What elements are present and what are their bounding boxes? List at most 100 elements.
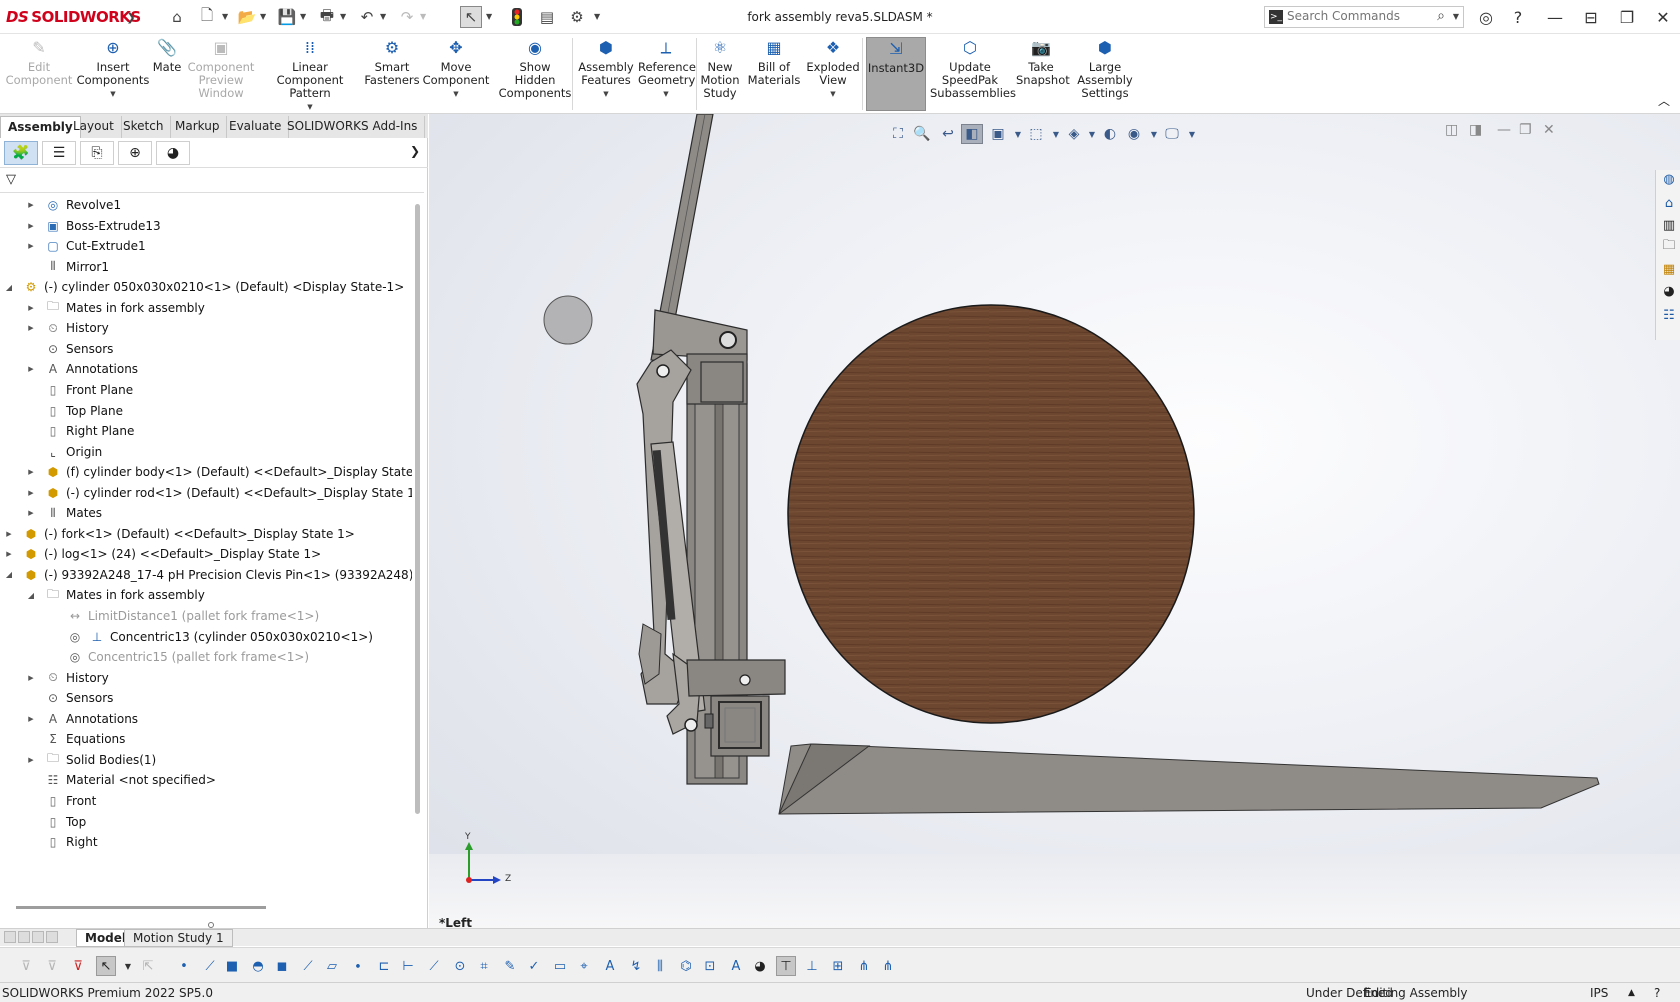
collapse-arrow-icon[interactable]: ◢ — [4, 570, 14, 579]
tab-motion-study-1[interactable]: Motion Study 1 — [124, 929, 233, 947]
filter-mid-lines-icon[interactable]: ⊤ — [776, 956, 796, 976]
tree-item[interactable]: ▶ ⏲ History — [0, 317, 410, 339]
search-icon[interactable]: ⌕ — [1437, 8, 1445, 24]
displaymanager-tab-icon[interactable]: ◕ — [156, 141, 190, 165]
log-part[interactable] — [787, 304, 1195, 724]
tree-item[interactable]: ◢ ⬢ (-) 93392A248_17-4 pH Precision Clevis… — [0, 564, 412, 586]
expand-arrow-icon[interactable]: ▶ — [26, 489, 36, 497]
small-disc-part[interactable] — [543, 295, 593, 345]
linear-component-pattern-button[interactable]: ⁞⁞ Linear Component Pattern ▼ — [258, 37, 362, 111]
options-gear-icon[interactable]: ⚙ — [566, 6, 588, 28]
filter-blocks-icon[interactable]: ⌬ — [676, 956, 696, 976]
restore-icon[interactable]: ❐ — [1613, 4, 1641, 30]
search-commands-input[interactable] — [1287, 9, 1427, 23]
filter-edges-icon[interactable]: ⟋ — [200, 956, 220, 976]
expand-arrow-icon[interactable]: ▶ — [26, 222, 36, 230]
collapse-arrow-icon[interactable]: ◢ — [26, 591, 36, 600]
tab-markup[interactable]: Markup — [168, 116, 228, 138]
viewport-minimize-icon[interactable]: — — [1497, 122, 1511, 138]
filter-vertices-icon[interactable]: • — [174, 956, 194, 976]
tree-item[interactable]: ▯ Right — [0, 831, 410, 853]
tree-item[interactable]: ▶ A Annotations — [0, 358, 410, 380]
propertymanager-tab-icon[interactable]: ☰ — [42, 141, 76, 165]
update-speedpak-button[interactable]: ⬡ Update SpeedPak Subassemblies — [930, 37, 1016, 111]
selection-arrow-icon[interactable]: ↖ — [96, 956, 116, 976]
tab-first-icon[interactable] — [4, 931, 16, 943]
filter-notes-icon[interactable]: ▭ — [550, 956, 570, 976]
select-all-filters-icon[interactable]: ⊽ — [68, 956, 88, 976]
expand-arrow-icon[interactable]: ▶ — [26, 468, 36, 476]
tree-item[interactable]: ▶ ⏲ History — [0, 667, 410, 689]
tree-item[interactable]: ⫴ Mirror1 — [0, 256, 410, 278]
search-commands-box[interactable]: >_ ⌕ ▼ — [1264, 6, 1464, 28]
new-document-icon[interactable]: 🗋 — [196, 6, 218, 28]
graphics-area[interactable]: ⛶ 🔍 ↩ ◧ ▣ ▼ ⬚ ▼ ◈ ▼ ◐ ◉ ▼ 🖵 ▼ ◫ ◨ — ❐ ✕ … — [429, 114, 1680, 928]
tree-item[interactable]: ▶ ◎ Revolve1 — [0, 194, 410, 216]
edit-component-button[interactable]: ✎ Edit Component — [2, 37, 76, 111]
viewport-tile-right-icon[interactable]: ◨ — [1469, 122, 1482, 138]
selection-dropdown-icon[interactable]: ▼ — [118, 956, 138, 976]
status-units[interactable]: IPS — [1590, 986, 1608, 1000]
assembly-model[interactable] — [429, 114, 1680, 928]
save-icon[interactable]: 💾 — [276, 6, 298, 28]
units-dropdown-icon[interactable]: ▲ — [1628, 988, 1635, 998]
filter-cosmetic-threads-icon[interactable]: ⫼ — [650, 956, 670, 976]
solidworks-resources-icon[interactable]: ◍ — [1660, 170, 1678, 188]
tree-item[interactable]: ▯ Top Plane — [0, 400, 410, 422]
expand-arrow-icon[interactable]: ▶ — [26, 509, 36, 517]
tree-item[interactable]: ▶ A Annotations — [0, 708, 410, 730]
tree-item[interactable]: ▶ 🗀 Solid Bodies(1) — [0, 749, 410, 771]
tree-item[interactable]: ▶ ▢ Cut-Extrude1 — [0, 235, 410, 257]
filter-welds-icon[interactable]: ⋔ — [854, 956, 874, 976]
edit-appearance-icon[interactable]: ◉ — [1123, 124, 1145, 144]
tab-solidworks-add-ins[interactable]: SOLIDWORKS Add-Ins — [280, 116, 426, 138]
select-dropdown-icon[interactable]: ▼ — [486, 12, 492, 21]
tree-item[interactable]: ⊙ Sensors — [0, 338, 410, 360]
expand-arrow-icon[interactable]: ▶ — [4, 530, 14, 538]
filter-funnel-icon[interactable]: ▽ — [6, 172, 16, 187]
component-preview-window-button[interactable]: ▣ Component Preview Window — [186, 37, 256, 111]
redo-dropdown-icon[interactable]: ▼ — [420, 12, 426, 21]
tab-layout[interactable]: Layout — [66, 116, 122, 138]
filter-centermarks-icon[interactable]: ⊥ — [802, 956, 822, 976]
undo-dropdown-icon[interactable]: ▼ — [380, 12, 386, 21]
view-palette-folder-icon[interactable]: 🗀 — [1660, 238, 1678, 256]
rebuild-traffic-light-icon[interactable] — [506, 6, 528, 28]
expand-arrow-icon[interactable]: ▶ — [26, 674, 36, 682]
expand-arrow-icon[interactable]: ▶ — [26, 715, 36, 723]
tab-next-icon[interactable] — [32, 931, 44, 943]
dropdown-caret-icon[interactable]: ▼ — [258, 101, 362, 114]
instant3d-button[interactable]: ⇲ Instant3D — [866, 37, 926, 111]
hide-show-items-icon[interactable]: ◐ — [1099, 124, 1121, 144]
filter-faces-icon[interactable]: ■ — [222, 956, 242, 976]
filter-dowel-pin-icon[interactable]: ⊡ — [700, 956, 720, 976]
mate-button[interactable]: 📎 Mate — [152, 37, 182, 111]
insert-components-button[interactable]: ⊕ Insert Components ▼ — [74, 37, 152, 111]
minimize-icon[interactable]: — — [1541, 4, 1569, 30]
tab-sketch[interactable]: Sketch — [116, 116, 172, 138]
toggle-filter-toolbar-icon[interactable]: ⊽ — [16, 956, 36, 976]
zoom-to-fit-icon[interactable]: ⛶ — [887, 124, 909, 144]
assembly-features-button[interactable]: ⬢ Assembly Features ▼ — [576, 37, 636, 111]
fork-tine[interactable] — [778, 743, 1600, 815]
view-settings-icon[interactable]: 🖵 — [1161, 124, 1183, 144]
tree-item[interactable]: Σ Equations — [0, 728, 410, 750]
filter-datum-features-icon[interactable]: ⌖ — [574, 956, 594, 976]
filter-center-marks-icon[interactable]: ⟋ — [424, 956, 444, 976]
move-component-button[interactable]: ✥ Move Component ▼ — [422, 37, 490, 111]
tree-item[interactable]: ▯ Front — [0, 790, 410, 812]
section-view-icon[interactable]: ◧ — [961, 124, 983, 144]
print-icon[interactable]: 🖶 — [316, 6, 338, 28]
show-hidden-components-button[interactable]: ◉ Show Hidden Components — [492, 37, 578, 111]
status-mode[interactable]: Editing Assembly — [1364, 986, 1467, 1000]
take-snapshot-button[interactable]: 📷 Take Snapshot — [1016, 37, 1070, 111]
open-folder-icon[interactable]: 📂 — [236, 6, 258, 28]
appearances-icon[interactable]: ◕ — [1660, 282, 1678, 300]
options-dropdown-icon[interactable]: ▼ — [594, 12, 600, 21]
tree-item[interactable]: ⌞ Origin — [0, 441, 410, 463]
tree-item[interactable]: ◎ Concentric15 (pallet fork frame<1>) — [0, 646, 410, 668]
zoom-to-area-icon[interactable]: 🔍 — [911, 124, 933, 144]
filter-midpoints-icon[interactable]: ⊢ — [398, 956, 418, 976]
undo-icon[interactable]: ↶ — [356, 6, 378, 28]
configurationmanager-tab-icon[interactable]: ⎘ — [80, 141, 114, 165]
